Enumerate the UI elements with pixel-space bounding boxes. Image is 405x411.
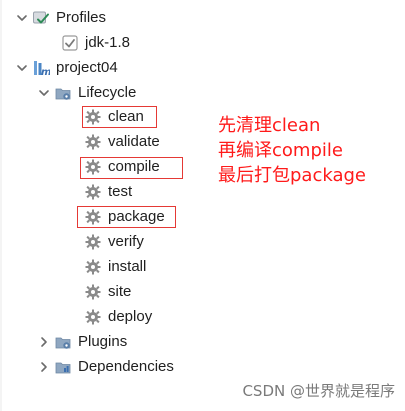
tree-node-project[interactable]: m project04 — [14, 56, 118, 80]
gear-icon — [84, 108, 102, 126]
lifecycle-item-label: package — [108, 208, 165, 225]
gear-icon — [84, 283, 102, 301]
gear-icon — [84, 208, 102, 226]
lifecycle-item-label: compile — [108, 158, 160, 175]
lifecycle-item-label: install — [108, 258, 147, 275]
tree-node-lifecycle-label: Lifecycle — [78, 84, 137, 101]
checkbox-checked-icon[interactable] — [61, 34, 79, 52]
tree-node-profile-jdk[interactable]: jdk-1.8 — [61, 31, 130, 55]
tree-node-profiles-label: Profiles — [56, 9, 107, 26]
lifecycle-item-verify[interactable]: verify — [84, 230, 144, 254]
chevron-down-icon[interactable] — [14, 60, 30, 76]
lifecycle-item-compile[interactable]: compile — [84, 155, 160, 179]
chevron-right-icon[interactable] — [36, 334, 52, 350]
tree-node-profile-jdk-label: jdk-1.8 — [85, 34, 131, 51]
lifecycle-item-label: clean — [108, 108, 144, 125]
gear-icon — [84, 158, 102, 176]
chevron-down-icon[interactable] — [14, 10, 30, 26]
tree-node-plugins-label: Plugins — [78, 333, 128, 350]
gear-icon — [84, 233, 102, 251]
folder-gear-icon — [54, 333, 72, 351]
lifecycle-item-package[interactable]: package — [84, 205, 165, 229]
lifecycle-item-validate[interactable]: validate — [84, 130, 160, 154]
tree-node-dependencies-label: Dependencies — [78, 358, 174, 375]
gear-icon — [84, 183, 102, 201]
lifecycle-item-clean[interactable]: clean — [84, 105, 144, 129]
gear-icon — [84, 133, 102, 151]
gear-icon — [84, 308, 102, 326]
annotation-note: 先清理clean 再编译compile 最后打包package — [218, 113, 366, 188]
profiles-icon — [32, 9, 50, 27]
tree-node-profiles[interactable]: Profiles — [14, 6, 106, 30]
watermark: CSDN @世界就是程序 — [242, 382, 395, 400]
annotation-line: 最后打包package — [218, 165, 366, 186]
svg-text:m: m — [41, 67, 50, 77]
dependencies-icon — [54, 358, 72, 376]
lifecycle-item-label: site — [108, 283, 132, 300]
lifecycle-item-label: validate — [108, 133, 160, 150]
annotation-line: 先清理clean — [218, 115, 321, 136]
tree-node-dependencies[interactable]: Dependencies — [36, 355, 174, 379]
tree-node-plugins[interactable]: Plugins — [36, 330, 127, 354]
folder-gear-icon — [54, 84, 72, 102]
lifecycle-item-deploy[interactable]: deploy — [84, 305, 152, 329]
chevron-right-icon[interactable] — [36, 359, 52, 375]
lifecycle-item-label: test — [108, 183, 133, 200]
tree-node-lifecycle[interactable]: Lifecycle — [36, 81, 136, 105]
chevron-down-icon[interactable] — [36, 85, 52, 101]
maven-tool-window: Profiles jdk-1.8 m — [0, 0, 405, 411]
lifecycle-item-install[interactable]: install — [84, 255, 146, 279]
gear-icon — [84, 258, 102, 276]
left-gutter — [0, 0, 2, 411]
lifecycle-item-label: verify — [108, 233, 144, 250]
lifecycle-item-site[interactable]: site — [84, 280, 131, 304]
tree-node-project-label: project04 — [56, 59, 118, 76]
lifecycle-item-label: deploy — [108, 308, 153, 325]
annotation-line: 再编译compile — [218, 140, 343, 161]
maven-module-icon: m — [32, 59, 50, 77]
lifecycle-item-test[interactable]: test — [84, 180, 132, 204]
